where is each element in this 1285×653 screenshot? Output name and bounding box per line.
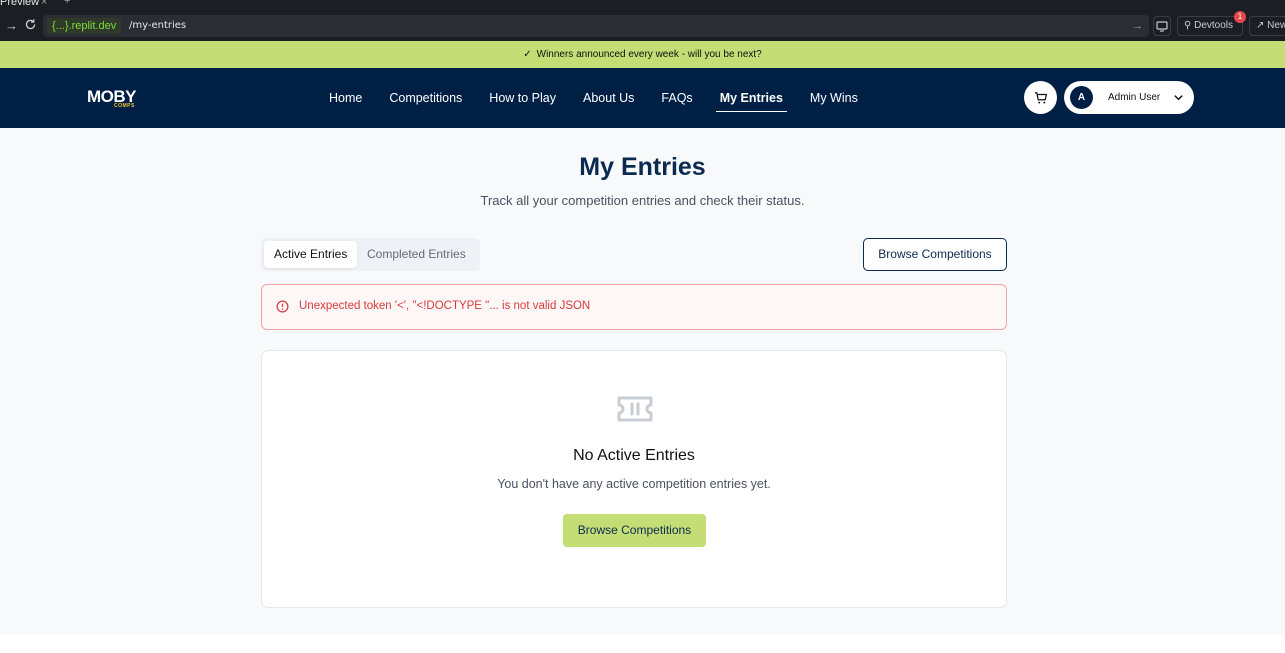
page-bottom-strip — [0, 635, 1285, 653]
announcement-text: Winners announced every week - will you … — [536, 49, 762, 60]
page-subtitle: Track all your competition entries and c… — [480, 193, 805, 208]
browser-tabstrip: Preview × + — [0, 0, 1285, 11]
screen-icon[interactable] — [1153, 16, 1171, 36]
devtools-label: Devtools — [1194, 20, 1234, 31]
chevron-down-icon — [1174, 95, 1183, 101]
avatar: A — [1070, 86, 1093, 109]
empty-state-card: No Active Entries You don't have any act… — [261, 350, 1007, 608]
nav-link-my-entries[interactable]: My Entries — [715, 91, 788, 112]
cart-icon — [1034, 91, 1047, 104]
wrench-icon: ⚲ — [1184, 20, 1192, 31]
nav-link-my-wins[interactable]: My Wins — [810, 91, 858, 105]
entries-tabs: Active Entries Completed Entries — [261, 238, 480, 271]
alert-circle-icon — [276, 300, 289, 313]
new-tab-button[interactable]: ↗ New — [1249, 16, 1285, 36]
empty-browse-competitions-button[interactable]: Browse Competitions — [563, 514, 706, 547]
url-go-arrow-icon[interactable]: → — [1132, 18, 1143, 34]
nav-links: Home Competitions How to Play About Us F… — [329, 68, 885, 128]
logo-subtext: COMPS — [114, 103, 135, 109]
user-menu-button[interactable]: A Admin User — [1064, 81, 1194, 114]
forward-arrow-icon[interactable]: → — [5, 18, 18, 34]
nav-link-faqs[interactable]: FAQs — [661, 91, 692, 105]
empty-state-description: You don't have any active competition en… — [497, 477, 771, 491]
tab-completed-entries[interactable]: Completed Entries — [357, 241, 476, 268]
devtools-badge: 1 — [1234, 11, 1246, 23]
announcement-bar: ✓ Winners announced every week - will you… — [0, 41, 1285, 68]
devtools-button[interactable]: ⚲ Devtools 1 — [1177, 11, 1246, 36]
nav-link-home[interactable]: Home — [329, 91, 362, 105]
url-host: {...}.replit.dev — [47, 18, 122, 34]
address-bar[interactable]: {...}.replit.dev /my-entries → — [43, 15, 1149, 37]
tab-active-entries[interactable]: Active Entries — [264, 241, 358, 268]
url-path: /my-entries — [129, 20, 187, 31]
cart-button[interactable] — [1024, 81, 1057, 114]
tab-close-icon[interactable]: × — [41, 0, 47, 8]
browser-tab-title[interactable]: Preview — [0, 0, 39, 8]
nav-link-competitions[interactable]: Competitions — [389, 91, 462, 105]
site-navbar: MOBY COMPS Home Competitions How to Play… — [0, 68, 1285, 128]
page-title: My Entries — [579, 153, 706, 181]
empty-state-title: No Active Entries — [573, 447, 695, 464]
browse-competitions-button[interactable]: Browse Competitions — [863, 238, 1007, 271]
external-link-icon: ↗ — [1256, 20, 1265, 31]
browser-toolbar: → {...}.replit.dev /my-entries → ⚲ Devto… — [0, 11, 1285, 41]
new-tab-label: New — [1267, 20, 1285, 31]
nav-link-how-to-play[interactable]: How to Play — [489, 91, 556, 105]
ticket-icon — [617, 396, 653, 422]
main-content: My Entries Track all your competition en… — [0, 128, 1285, 635]
nav-link-about-us[interactable]: About Us — [583, 91, 634, 105]
new-tab-icon[interactable]: + — [64, 0, 70, 7]
error-message: Unexpected token '<', "<!DOCTYPE "... is… — [299, 300, 591, 312]
user-name: Admin User — [1108, 92, 1161, 103]
error-alert: Unexpected token '<', "<!DOCTYPE "... is… — [261, 284, 1007, 330]
reload-icon[interactable] — [24, 18, 37, 35]
check-icon: ✓ — [523, 49, 532, 60]
